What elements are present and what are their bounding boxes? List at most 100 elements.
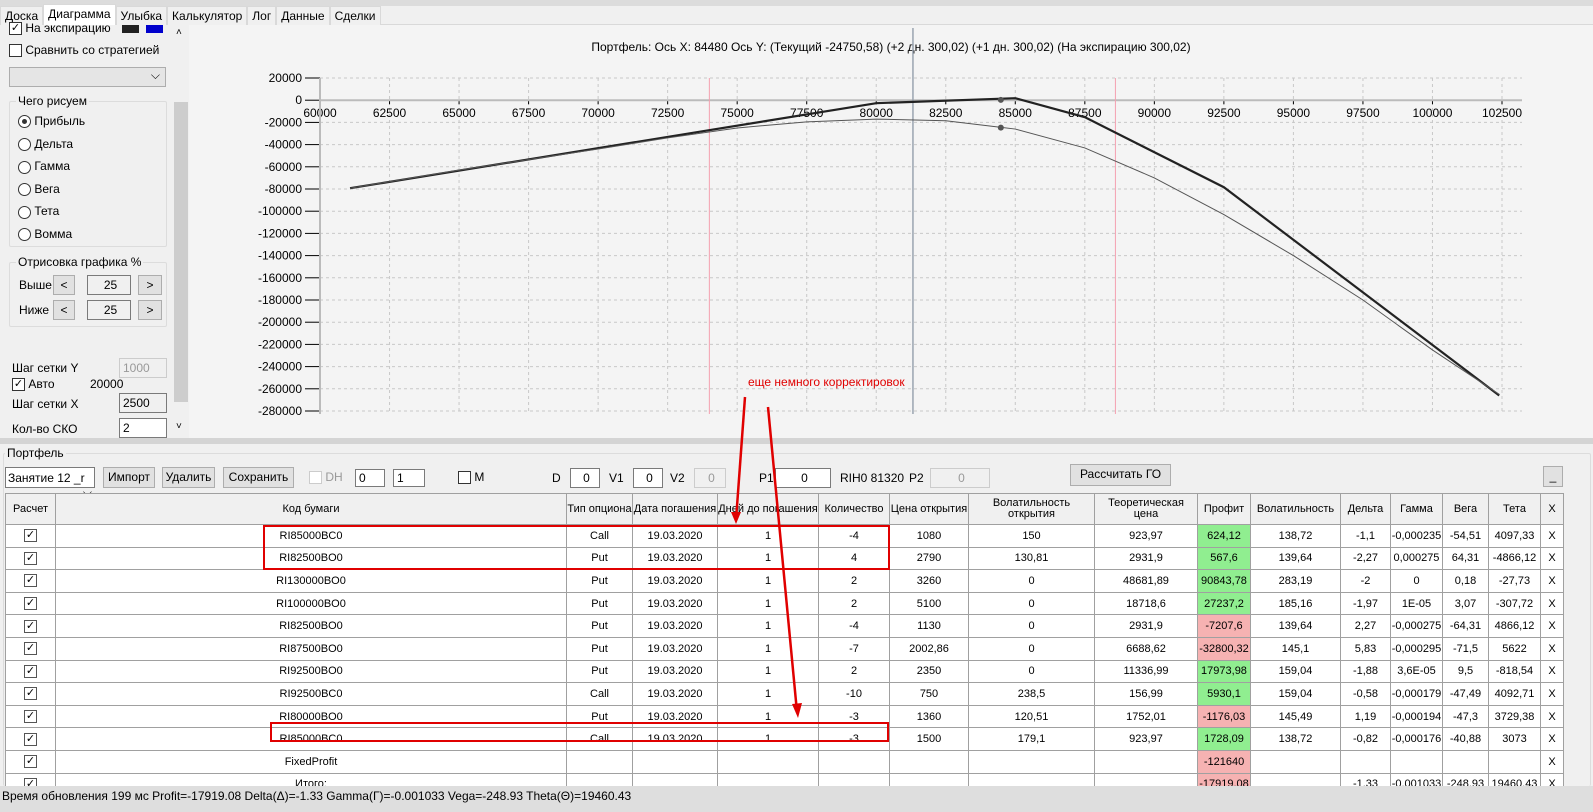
v1-field[interactable]: 0 bbox=[633, 468, 663, 488]
radio-4[interactable]: Тета bbox=[18, 204, 59, 219]
table-row[interactable]: ✓ RI100000BO0 Put 19.03.2020 1 2 5100 0 18718,6 2… bbox=[5, 591, 1564, 616]
v2-field[interactable]: 0 bbox=[694, 468, 726, 488]
scrollbar-thumb[interactable] bbox=[174, 102, 188, 402]
table-row[interactable]: ✓ RI130000BO0 Put 19.03.2020 1 2 3260 0 48681,89… bbox=[5, 569, 1564, 593]
sko-field[interactable]: 2 bbox=[119, 418, 167, 438]
below-increase-button[interactable]: > bbox=[138, 300, 162, 320]
calc-checkbox[interactable]: ✓ bbox=[5, 524, 56, 548]
calc-checkbox[interactable]: ✓ bbox=[5, 614, 56, 638]
column-header[interactable]: Профит bbox=[1197, 493, 1251, 525]
delete-row-button[interactable]: X bbox=[1540, 659, 1564, 684]
radio-1[interactable]: Дельта bbox=[18, 137, 73, 151]
calc-checkbox[interactable]: ✓ bbox=[5, 727, 56, 751]
calc-checkbox[interactable]: ✓ bbox=[5, 546, 56, 571]
delete-row-button[interactable]: X bbox=[1540, 591, 1564, 616]
column-header[interactable]: Тета bbox=[1488, 493, 1541, 525]
below-decrease-button[interactable]: < bbox=[53, 300, 75, 320]
x-tick-label: 65000 bbox=[442, 106, 476, 120]
scroll-down-icon[interactable]: ˅ bbox=[176, 421, 182, 432]
delete-row-button[interactable]: X bbox=[1540, 704, 1564, 729]
calc-checkbox[interactable]: ✓ bbox=[5, 591, 56, 616]
tab-5[interactable]: Данные bbox=[276, 6, 330, 25]
y-tick-label: 20000 bbox=[269, 71, 303, 85]
column-header[interactable]: Количество bbox=[818, 493, 890, 525]
calc-go-button[interactable]: Рассчитать ГО bbox=[1070, 464, 1171, 486]
table-row[interactable]: ✓ RI92500BO0 Put 19.03.2020 1 2 2350 0 11336,99 1… bbox=[5, 659, 1564, 684]
tab-2[interactable]: Улыбка bbox=[115, 6, 168, 25]
tab-6[interactable]: Сделки bbox=[329, 6, 381, 25]
delete-row-button[interactable]: X bbox=[1540, 727, 1564, 751]
delete-row-button[interactable]: X bbox=[1540, 569, 1564, 593]
delete-row-button[interactable]: X bbox=[1540, 546, 1564, 571]
delete-row-button[interactable]: X bbox=[1540, 682, 1564, 706]
spin2-field[interactable]: 1 bbox=[393, 469, 425, 487]
column-header[interactable]: X bbox=[1540, 493, 1564, 525]
strategy-dropdown[interactable]: ⌵ bbox=[9, 67, 166, 87]
splitter[interactable] bbox=[0, 438, 1593, 444]
import-button[interactable]: Импорт bbox=[103, 467, 155, 488]
column-header[interactable]: Волатильность bbox=[1250, 493, 1341, 525]
column-header[interactable]: Код бумаги bbox=[55, 493, 567, 525]
column-header[interactable]: Гамма bbox=[1390, 493, 1443, 525]
table-row[interactable]: ✓ FixedProfit -121640 X bbox=[5, 749, 1564, 774]
table-cell: 1E-05 bbox=[1390, 591, 1443, 616]
spin1-field[interactable]: 0 bbox=[355, 469, 385, 487]
calc-checkbox[interactable]: ✓ bbox=[5, 636, 56, 661]
compare-checkbox[interactable]: Сравнить со стратегией bbox=[9, 43, 159, 58]
column-header[interactable]: Расчет bbox=[5, 493, 56, 525]
above-increase-button[interactable]: > bbox=[138, 275, 162, 295]
save-button[interactable]: Сохранить bbox=[223, 467, 294, 488]
tab-3[interactable]: Калькулятор bbox=[167, 6, 248, 25]
grid-y-field[interactable]: 1000 bbox=[119, 358, 167, 378]
calc-checkbox[interactable]: ✓ bbox=[5, 682, 56, 706]
radio-2[interactable]: Гамма bbox=[18, 159, 70, 174]
column-header[interactable]: Цена открытия bbox=[889, 493, 969, 525]
dh-checkbox[interactable]: DH bbox=[309, 470, 343, 485]
table-cell: 11336,99 bbox=[1094, 659, 1198, 684]
scroll-up-icon[interactable]: ˄ bbox=[176, 27, 182, 38]
delete-row-button[interactable]: X bbox=[1540, 636, 1564, 661]
calc-checkbox[interactable]: ✓ bbox=[5, 569, 56, 593]
table-cell: 4097,33 bbox=[1488, 524, 1541, 548]
d-field[interactable]: 0 bbox=[570, 468, 600, 488]
column-header[interactable]: Дней до погашения bbox=[717, 493, 819, 525]
delete-row-button[interactable]: X bbox=[1540, 749, 1564, 774]
above-field[interactable]: 25 bbox=[87, 275, 131, 295]
radio-5[interactable]: Вомма bbox=[18, 227, 72, 242]
p1-field[interactable]: 0 bbox=[775, 468, 831, 488]
grid-x-field[interactable]: 2500 bbox=[119, 393, 167, 413]
column-header[interactable]: Теоретическая цена bbox=[1094, 493, 1198, 525]
tab-4[interactable]: Лог bbox=[247, 6, 277, 25]
x-tick-label: 72500 bbox=[651, 106, 685, 120]
expiration-color-swatch[interactable] bbox=[122, 25, 139, 33]
delete-row-button[interactable]: X bbox=[1540, 614, 1564, 638]
column-header[interactable]: Волатильность открытия bbox=[968, 493, 1095, 525]
table-cell: 19.03.2020 bbox=[632, 591, 718, 616]
auto-checkbox[interactable]: ✓ Авто bbox=[12, 377, 55, 392]
delete-button[interactable]: Удалить bbox=[162, 467, 215, 488]
above-decrease-button[interactable]: < bbox=[53, 275, 75, 295]
current-color-swatch[interactable] bbox=[146, 25, 163, 33]
column-header[interactable]: Тип опциона bbox=[566, 493, 633, 525]
v2-label: V2 bbox=[670, 471, 685, 485]
table-cell: 19.03.2020 bbox=[632, 682, 718, 706]
minimize-button[interactable]: _ bbox=[1543, 466, 1563, 487]
calc-checkbox[interactable]: ✓ bbox=[5, 749, 56, 774]
calc-checkbox[interactable]: ✓ bbox=[5, 659, 56, 684]
expiration-checkbox[interactable]: ✓ На экспирацию bbox=[9, 21, 111, 36]
portfolio-select[interactable]: Занятие 12 _r ⌵ bbox=[5, 467, 95, 499]
p2-field[interactable]: 0 bbox=[930, 468, 990, 488]
radio-0[interactable]: Прибыль bbox=[18, 114, 85, 129]
table-row[interactable]: ✓ RI87500BO0 Put 19.03.2020 1 -7 2002,86 0 6688,… bbox=[5, 636, 1564, 661]
m-checkbox[interactable]: M bbox=[458, 470, 484, 485]
delete-row-button[interactable]: X bbox=[1540, 524, 1564, 548]
calc-checkbox[interactable]: ✓ bbox=[5, 704, 56, 729]
column-header[interactable]: Дельта bbox=[1340, 493, 1391, 525]
table-row[interactable]: ✓ RI82500BO0 Put 19.03.2020 1 -4 1130 0 2931,9 -7… bbox=[5, 614, 1564, 638]
below-field[interactable]: 25 bbox=[87, 300, 131, 320]
table-row[interactable]: ✓ RI92500BC0 Call 19.03.2020 1 -10 750 238,5 156… bbox=[5, 682, 1564, 706]
column-header[interactable]: Дата погашения bbox=[632, 493, 718, 525]
table-cell: 64,31 bbox=[1442, 546, 1489, 571]
radio-3[interactable]: Вега bbox=[18, 182, 60, 197]
column-header[interactable]: Вега bbox=[1442, 493, 1489, 525]
